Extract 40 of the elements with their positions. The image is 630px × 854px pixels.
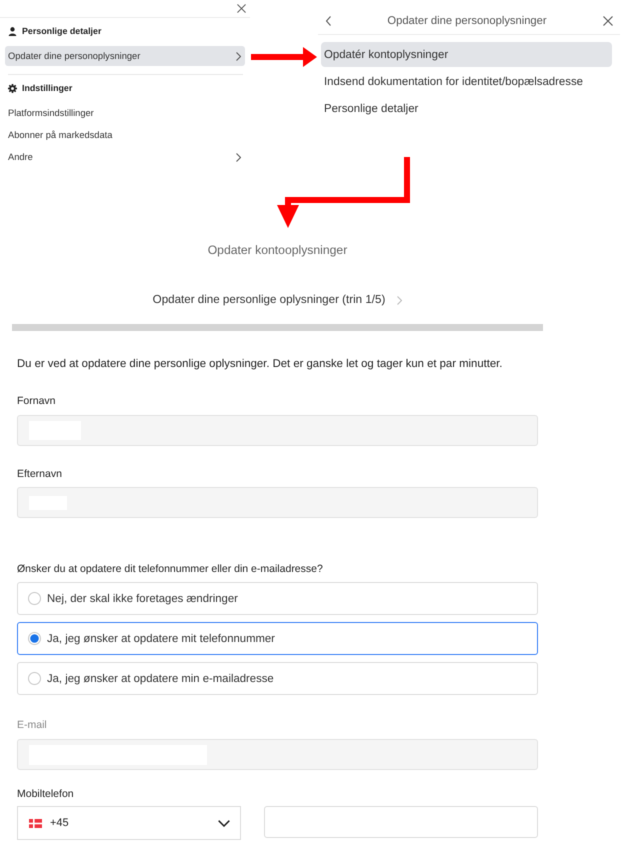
field-label: Mobiltelefon	[17, 787, 75, 801]
chevron-right-icon	[236, 52, 241, 60]
radio-icon[interactable]	[28, 632, 41, 645]
menu-item[interactable]: Opdater dine personoplysninger	[5, 46, 245, 66]
right-arrow	[251, 47, 317, 67]
field-label: Fornavn	[17, 394, 57, 408]
step-heading: Opdater dine personlige oplysninger (trin 1/5)	[152, 292, 386, 308]
text-field[interactable]	[17, 415, 538, 446]
text-field[interactable]	[17, 739, 538, 770]
phone-number-field[interactable]	[264, 806, 538, 838]
field-label: E-mail	[17, 718, 48, 732]
chevron-right-icon	[397, 296, 402, 304]
menu-item[interactable]: Andre	[5, 147, 245, 167]
menu-item[interactable]: Opdatér kontoplysninger	[321, 42, 612, 67]
section-heading: Personlige detaljer	[22, 26, 102, 36]
radio-icon[interactable]	[28, 672, 41, 685]
section-heading: Indstillinger	[22, 83, 72, 93]
intro-text: Du er ved at opdatere dine personlige oplysninger. Det er ganske let og tager kun et par minutter.	[17, 357, 504, 371]
text-field[interactable]	[17, 487, 538, 518]
question-text: Ønsker du at opdatere dit telefonnummer eller din e-mailadresse?	[17, 562, 324, 576]
panel-title: Opdater dine personoplysninger	[386, 15, 548, 27]
field-label: Efternavn	[17, 467, 63, 481]
radio-option[interactable]: Ja, jeg ønsker at opdatere mit telefonnummer	[17, 622, 538, 655]
country-code-select[interactable]: +45	[17, 806, 241, 840]
menu-item[interactable]: Abonner på markedsdata	[5, 125, 245, 145]
form-title: Opdater kontooplysninger	[206, 242, 348, 258]
menu-item[interactable]: Personlige detaljer	[321, 96, 612, 121]
radio-option[interactable]: Nej, der skal ikke foretages ændringer	[17, 582, 538, 615]
radio-icon[interactable]	[28, 592, 41, 605]
back-icon[interactable]	[326, 16, 331, 26]
chevron-down-icon	[218, 820, 230, 826]
close-icon[interactable]	[237, 4, 246, 13]
menu-item[interactable]: Platformsindstillinger	[5, 103, 245, 123]
radio-option[interactable]: Ja, jeg ønsker at opdatere min e-mailadresse	[17, 662, 538, 695]
flag-icon	[29, 818, 42, 828]
person-icon	[8, 26, 17, 36]
menu-item[interactable]: Indsend dokumentation for identitet/bopælsadresse	[321, 69, 612, 94]
chevron-right-icon	[236, 152, 241, 162]
close-icon[interactable]	[603, 16, 613, 26]
gear-icon	[8, 84, 17, 92]
